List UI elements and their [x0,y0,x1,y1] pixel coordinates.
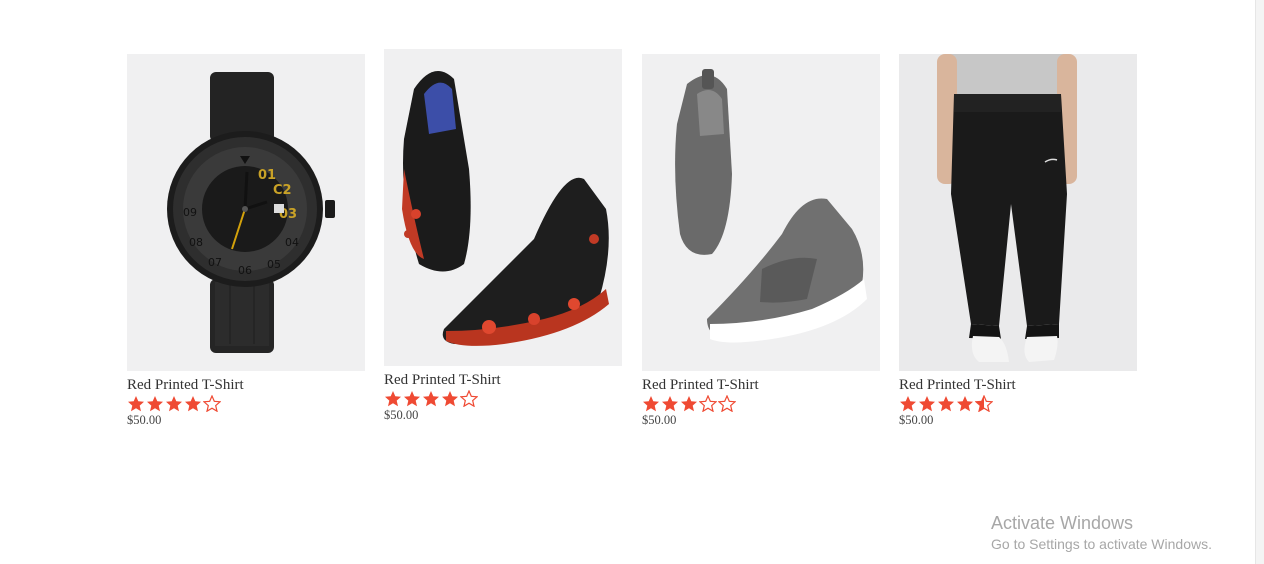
product-card[interactable]: Red Printed T-Shirt $50.00 [642,54,880,428]
product-price: $50.00 [384,408,419,422]
page: 01 C2 03 04 05 06 07 08 09 Red Printed T… [0,0,1264,564]
joggers-image [899,54,1137,371]
svg-text:09: 09 [183,206,197,219]
rating-stars [899,395,1137,412]
product-price: $50.00 [127,413,162,427]
activate-windows-watermark: Activate Windows Go to Settings to activ… [991,512,1212,553]
star-filled-icon [166,396,182,412]
svg-text:01: 01 [258,168,276,183]
slip-on-shoes-image [642,54,880,371]
watermark-title: Activate Windows [991,513,1134,533]
star-filled-icon [957,396,973,412]
product-image[interactable] [642,54,880,371]
product-card[interactable]: Red Printed T-Shirt $50.00 [899,54,1137,428]
product-image[interactable]: 01 C2 03 04 05 06 07 08 09 [127,54,365,371]
watermark-subtitle: Go to Settings to activate Windows. [991,536,1212,552]
star-filled-icon [643,396,659,412]
star-empty-icon [203,395,221,412]
svg-text:C2: C2 [273,183,292,198]
star-filled-icon [662,396,678,412]
star-empty-icon [699,395,717,412]
svg-text:04: 04 [285,236,299,249]
svg-text:08: 08 [189,236,203,249]
product-image[interactable] [899,54,1137,371]
rating-stars [127,395,365,412]
sneakers-image [384,49,622,366]
star-filled-icon [442,391,458,407]
product-card[interactable]: Red Printed T-Shirt $50.00 [384,49,622,423]
rating-stars [384,390,622,407]
star-half-icon [975,395,993,412]
star-filled-icon [404,391,420,407]
rating-stars [642,395,880,412]
star-filled-icon [938,396,954,412]
product-title[interactable]: Red Printed T-Shirt [384,372,622,388]
wristwatch-image: 01 C2 03 04 05 06 07 08 09 [127,54,365,371]
star-filled-icon [681,396,697,412]
svg-text:07: 07 [208,256,222,269]
svg-text:06: 06 [238,264,252,277]
star-filled-icon [900,396,916,412]
star-filled-icon [185,396,201,412]
product-title[interactable]: Red Printed T-Shirt [899,377,1137,393]
product-image[interactable] [384,49,622,366]
star-empty-icon [460,390,478,407]
star-filled-icon [423,391,439,407]
product-price: $50.00 [899,413,934,427]
star-filled-icon [919,396,935,412]
star-filled-icon [385,391,401,407]
product-title[interactable]: Red Printed T-Shirt [127,377,365,393]
product-price: $50.00 [642,413,677,427]
svg-text:05: 05 [267,258,281,271]
star-filled-icon [147,396,163,412]
star-filled-icon [128,396,144,412]
product-card[interactable]: 01 C2 03 04 05 06 07 08 09 Red Printed T… [127,54,365,428]
product-title[interactable]: Red Printed T-Shirt [642,377,880,393]
star-empty-icon [718,395,736,412]
window-edge [1255,0,1264,564]
